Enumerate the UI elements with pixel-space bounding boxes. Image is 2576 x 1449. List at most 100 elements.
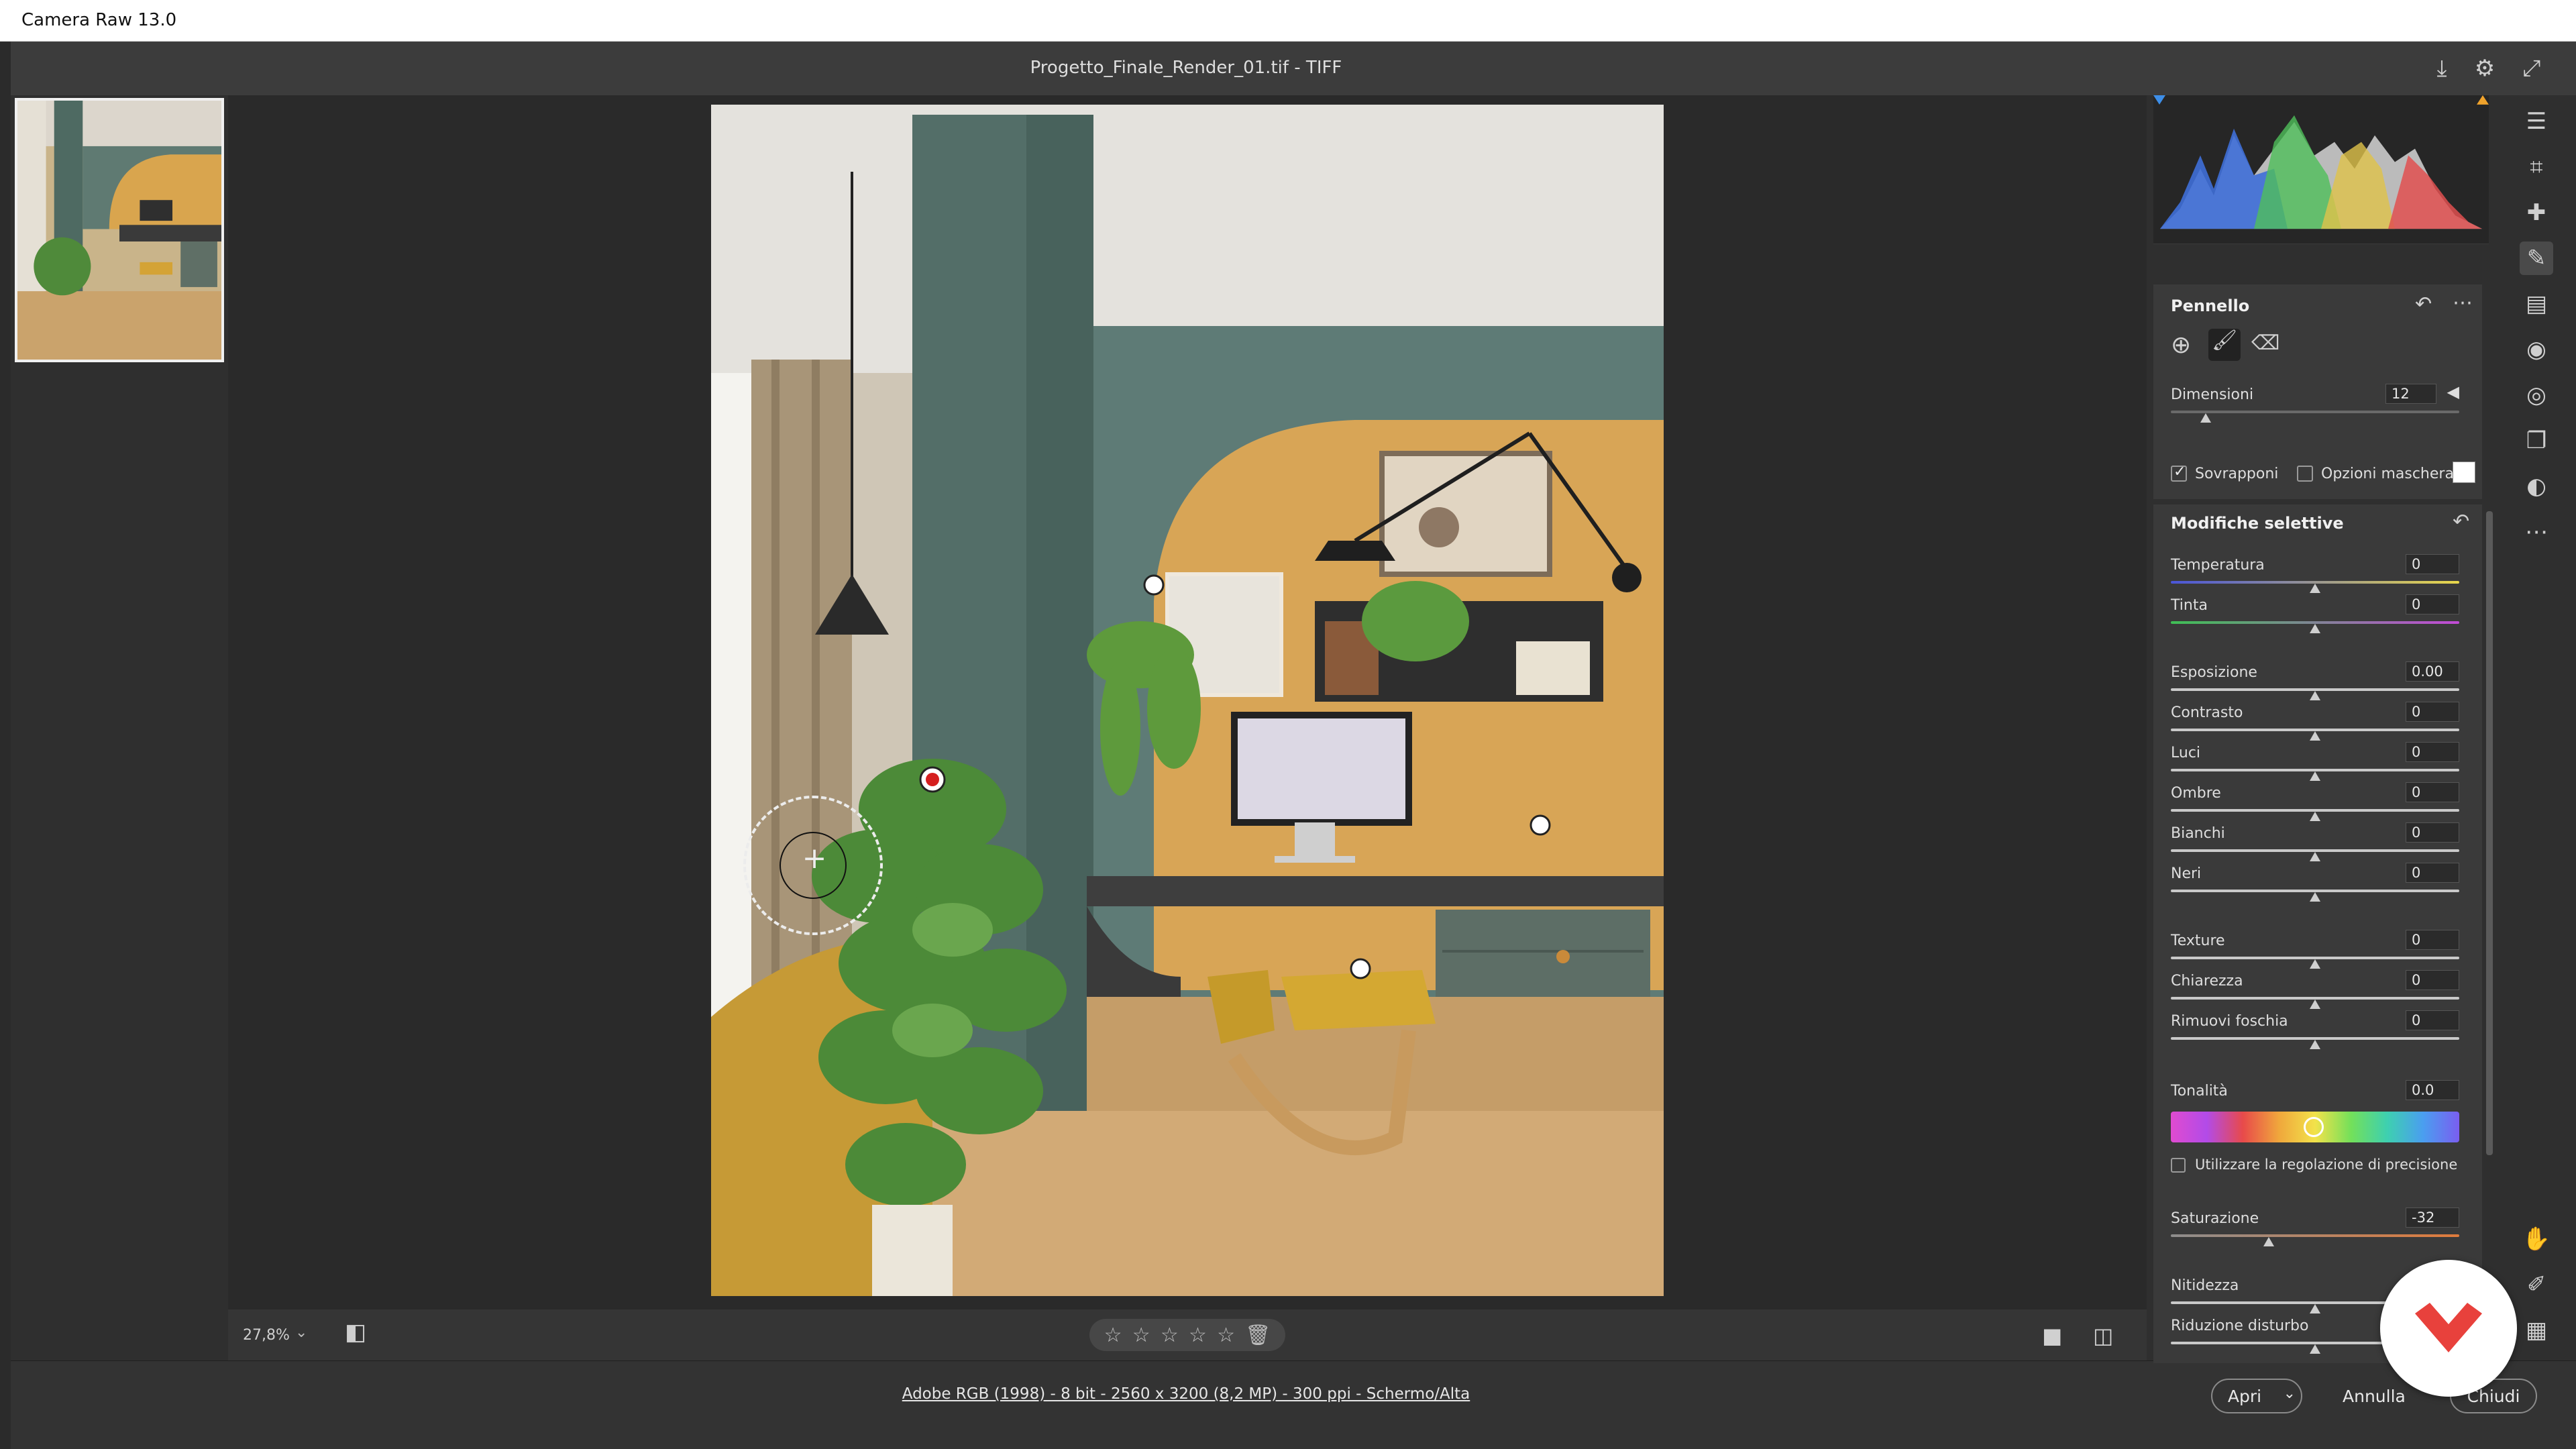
slider-thumb[interactable] bbox=[2310, 1000, 2320, 1009]
slider-value[interactable]: -32 bbox=[2406, 1208, 2459, 1228]
slider-value[interactable]: 0 bbox=[2406, 1010, 2459, 1030]
eyedropper-icon[interactable]: ✐ bbox=[2520, 1268, 2553, 1301]
open-button[interactable]: Apri ⌄ bbox=[2211, 1379, 2302, 1413]
brush-tool-icon[interactable]: ✎ bbox=[2520, 241, 2553, 275]
star-icon[interactable]: ☆ bbox=[1132, 1324, 1150, 1347]
hue-label: Tonalità bbox=[2171, 1083, 2228, 1099]
slider-thumb[interactable] bbox=[2310, 892, 2320, 902]
save-icon[interactable]: ⤓ bbox=[2427, 54, 2457, 83]
panel-scrollbar[interactable] bbox=[2486, 511, 2493, 1155]
linear-gradient-icon[interactable]: ▤ bbox=[2520, 287, 2553, 321]
presets-icon[interactable]: ◐ bbox=[2520, 470, 2553, 503]
slider-thumb[interactable] bbox=[2310, 771, 2320, 781]
trash-icon[interactable]: 🗑 bbox=[1245, 1324, 1271, 1347]
mask-options-checkbox[interactable] bbox=[2297, 466, 2313, 482]
slider-luci[interactable]: Luci 0 bbox=[2171, 742, 2459, 784]
size-slider[interactable]: Dimensioni 12 ◀ bbox=[2171, 382, 2459, 425]
mask-options-label: Opzioni maschera bbox=[2321, 466, 2454, 482]
chevron-down-icon[interactable]: ⌄ bbox=[2284, 1385, 2296, 1402]
hue-slider[interactable] bbox=[2171, 1112, 2459, 1142]
brush-icon[interactable]: 🖌 bbox=[2208, 329, 2241, 361]
fullscreen-icon[interactable]: ⤢ bbox=[2517, 54, 2546, 83]
red-eye-icon[interactable]: ◎ bbox=[2520, 378, 2553, 412]
open-button-label: Apri bbox=[2227, 1386, 2262, 1406]
title-bar: Camera Raw 13.0 bbox=[0, 0, 2576, 42]
slider-texture[interactable]: Texture 0 bbox=[2171, 930, 2459, 971]
more-icon[interactable]: ⋯ bbox=[2520, 515, 2553, 549]
slider-value[interactable]: 0 bbox=[2406, 554, 2459, 574]
star-icon[interactable]: ☆ bbox=[1104, 1324, 1122, 1347]
slider-thumb[interactable] bbox=[2263, 1237, 2274, 1246]
slider-value[interactable]: 0 bbox=[2406, 863, 2459, 883]
slider-thumb[interactable] bbox=[2310, 852, 2320, 861]
slider-thumb[interactable] bbox=[2310, 1304, 2320, 1313]
slider-thumb[interactable] bbox=[2310, 1040, 2320, 1049]
slider-thumb[interactable] bbox=[2310, 584, 2320, 593]
reset-icon[interactable]: ↶ bbox=[2453, 510, 2469, 533]
hand-icon[interactable]: ✋ bbox=[2520, 1222, 2553, 1256]
before-after-icon[interactable]: ◫ bbox=[2093, 1323, 2120, 1348]
slider-value[interactable]: 0 bbox=[2406, 782, 2459, 802]
triangle-left-icon[interactable]: ◀ bbox=[2447, 382, 2459, 401]
slider-thumb[interactable] bbox=[2310, 691, 2320, 700]
slider-thumb[interactable] bbox=[2310, 959, 2320, 969]
image-canvas[interactable]: + bbox=[228, 95, 2147, 1309]
slider-thumb[interactable] bbox=[2310, 731, 2320, 741]
chevron-down-icon[interactable]: ⌄ bbox=[295, 1324, 307, 1341]
add-mask-icon[interactable]: ⊕ bbox=[2171, 331, 2191, 359]
slider-chiarezza[interactable]: Chiarezza 0 bbox=[2171, 970, 2459, 1012]
hue-value[interactable]: 0.0 bbox=[2406, 1080, 2459, 1100]
slider-track[interactable] bbox=[2171, 1234, 2459, 1237]
slider-thumb[interactable] bbox=[2310, 624, 2320, 633]
size-value[interactable]: 12 bbox=[2385, 384, 2436, 404]
slider-ombre[interactable]: Ombre 0 bbox=[2171, 782, 2459, 824]
radial-gradient-icon[interactable]: ◉ bbox=[2520, 333, 2553, 366]
healing-icon[interactable]: ✚ bbox=[2520, 196, 2553, 229]
slider-neri[interactable]: Neri 0 bbox=[2171, 863, 2459, 904]
star-icon[interactable]: ☆ bbox=[1161, 1324, 1179, 1347]
crop-icon[interactable]: ⌗ bbox=[2520, 150, 2553, 184]
preview-image[interactable] bbox=[711, 105, 1664, 1296]
footer: Adobe RGB (1998) - 8 bit - 2560 x 3200 (… bbox=[11, 1360, 2576, 1449]
slider-value[interactable]: 0 bbox=[2406, 702, 2459, 722]
reset-icon[interactable]: ↶ bbox=[2415, 292, 2432, 316]
star-icon[interactable]: ☆ bbox=[1189, 1324, 1207, 1347]
overlay-label: Sovrapponi bbox=[2195, 466, 2279, 482]
slider-value[interactable]: 0 bbox=[2406, 970, 2459, 990]
zoom-level[interactable]: 27,8% bbox=[243, 1327, 290, 1344]
slider-tinta[interactable]: Tinta 0 bbox=[2171, 594, 2459, 636]
histogram bbox=[2153, 95, 2489, 244]
eraser-icon[interactable]: ⌫ bbox=[2251, 331, 2279, 355]
single-view-icon[interactable]: ■ bbox=[2042, 1323, 2069, 1348]
mask-color-swatch[interactable] bbox=[2453, 462, 2475, 483]
size-track[interactable] bbox=[2171, 411, 2459, 413]
slider-thumb[interactable] bbox=[2310, 812, 2320, 821]
grid-icon[interactable]: ▦ bbox=[2520, 1313, 2553, 1347]
star-icon[interactable]: ☆ bbox=[1217, 1324, 1235, 1347]
slider-value[interactable]: 0.00 bbox=[2406, 661, 2459, 682]
filmstrip-thumbnail[interactable] bbox=[15, 98, 224, 362]
more-icon[interactable]: ⋯ bbox=[2453, 291, 2473, 315]
slider-contrasto[interactable]: Contrasto 0 bbox=[2171, 702, 2459, 743]
gear-icon[interactable]: ⚙ bbox=[2470, 54, 2500, 83]
size-thumb[interactable] bbox=[2200, 413, 2211, 423]
slider-value[interactable]: 0 bbox=[2406, 742, 2459, 762]
hue-knob[interactable] bbox=[2304, 1117, 2324, 1137]
slider-rimuovi-foschia[interactable]: Rimuovi foschia 0 bbox=[2171, 1010, 2459, 1052]
fine-tune-checkbox[interactable] bbox=[2171, 1158, 2186, 1173]
slider-thumb[interactable] bbox=[2310, 1344, 2320, 1354]
filmstrip-toggle-icon[interactable]: ◧ bbox=[345, 1319, 374, 1350]
slider-bianchi[interactable]: Bianchi 0 bbox=[2171, 822, 2459, 864]
slider-value[interactable]: 0 bbox=[2406, 822, 2459, 843]
slider-esposizione[interactable]: Esposizione 0.00 bbox=[2171, 661, 2459, 703]
slider-temperatura[interactable]: Temperatura 0 bbox=[2171, 554, 2459, 596]
slider-value[interactable]: 0 bbox=[2406, 594, 2459, 614]
edit-sliders-icon[interactable]: ☰ bbox=[2520, 105, 2553, 138]
workflow-options-link[interactable]: Adobe RGB (1998) - 8 bit - 2560 x 3200 (… bbox=[11, 1385, 2361, 1403]
filmstrip bbox=[11, 95, 228, 1360]
slider-saturazione[interactable]: Saturazione -32 bbox=[2171, 1208, 2459, 1249]
slider-label: Contrasto bbox=[2171, 704, 2243, 721]
snapshots-icon[interactable]: ❐ bbox=[2520, 424, 2553, 458]
overlay-checkbox[interactable] bbox=[2171, 464, 2187, 482]
slider-value[interactable]: 0 bbox=[2406, 930, 2459, 950]
